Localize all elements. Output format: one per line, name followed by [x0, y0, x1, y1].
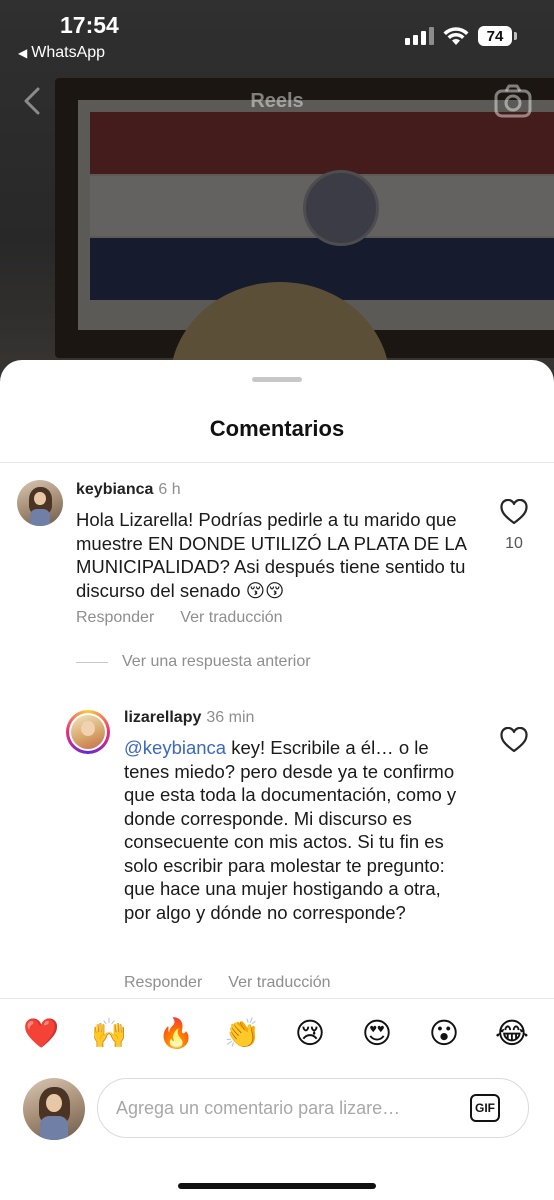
reply-text: @keybianca key! Escribile a él… o le ten… — [124, 736, 464, 924]
reply-avatar[interactable] — [66, 710, 110, 754]
like-count: 10 — [505, 535, 523, 552]
comment-input[interactable]: Agrega un comentario para lizare… GIF — [97, 1078, 529, 1138]
emoji-fire[interactable]: 🔥 — [156, 1017, 196, 1051]
gif-icon[interactable]: GIF — [470, 1094, 500, 1122]
translate-button[interactable]: Ver traducción — [180, 609, 282, 626]
emoji-heart-eyes[interactable]: 😍 — [357, 1017, 397, 1051]
reply-button[interactable]: Responder — [76, 609, 154, 626]
emoji-heart[interactable]: ❤️ — [21, 1017, 61, 1051]
heart-outline-icon[interactable] — [500, 727, 528, 753]
status-bar: 17:54 ◀ WhatsApp 74 — [0, 0, 554, 70]
heart-outline-icon[interactable] — [500, 499, 528, 525]
emoji-laughing[interactable]: 😂 — [492, 1017, 532, 1051]
back-app-label: WhatsApp — [31, 44, 106, 61]
sheet-grabber[interactable] — [252, 377, 302, 382]
translate-button[interactable]: Ver traducción — [228, 974, 330, 991]
emoji-raised-hands[interactable]: 🙌 — [89, 1017, 129, 1051]
comment-meta: keybianca 6 h — [76, 481, 181, 499]
home-indicator — [178, 1183, 376, 1189]
mention-link[interactable]: @keybianca — [124, 737, 226, 758]
reel-title: Reels — [250, 90, 304, 112]
my-avatar — [23, 1078, 85, 1140]
reply-button[interactable]: Responder — [124, 974, 202, 991]
comment-username[interactable]: keybianca — [76, 481, 153, 498]
back-to-app-link[interactable]: ◀ WhatsApp — [18, 44, 105, 62]
wifi-icon — [443, 27, 469, 45]
back-triangle-icon: ◀ — [18, 46, 28, 60]
emoji-crying[interactable]: 😢 — [290, 1017, 330, 1051]
comment-time: 6 h — [158, 481, 181, 498]
camera-icon[interactable] — [494, 84, 532, 123]
reply-time: 36 min — [206, 709, 255, 726]
emoji-surprised[interactable]: 😮 — [424, 1017, 464, 1051]
avatar[interactable] — [17, 480, 63, 526]
comment-text: Hola Lizarella! Podrías pedirle a tu mar… — [76, 509, 466, 601]
emoji-clap[interactable]: 👏 — [222, 1017, 262, 1051]
sheet-title: Comentarios — [209, 416, 345, 441]
reply-actions: Responder Ver traducción — [124, 974, 357, 992]
comment-actions: Responder Ver traducción — [76, 609, 309, 627]
comment-composer: Agrega un comentario para lizare… GIF — [0, 1068, 554, 1200]
view-replies-label: Ver una respuesta anterior — [122, 653, 311, 670]
signal-icon — [405, 27, 434, 45]
comment-input-placeholder: Agrega un comentario para lizare… — [116, 1098, 401, 1118]
emoji-quick-bar: ❤️ 🙌 🔥 👏 😢 😍 😮 😂 — [0, 998, 554, 1069]
battery-indicator: 74 — [478, 26, 512, 46]
reply-username[interactable]: lizarellapy — [124, 709, 201, 726]
divider — [0, 462, 554, 463]
status-time: 17:54 — [60, 12, 119, 38]
reel-header: Reels — [0, 78, 554, 128]
view-previous-reply-button[interactable]: Ver una respuesta anterior — [76, 653, 311, 671]
reply-meta: lizarellapy 36 min — [124, 709, 254, 727]
reply-body: key! Escribile a él… o le tenes miedo? p… — [124, 737, 457, 923]
